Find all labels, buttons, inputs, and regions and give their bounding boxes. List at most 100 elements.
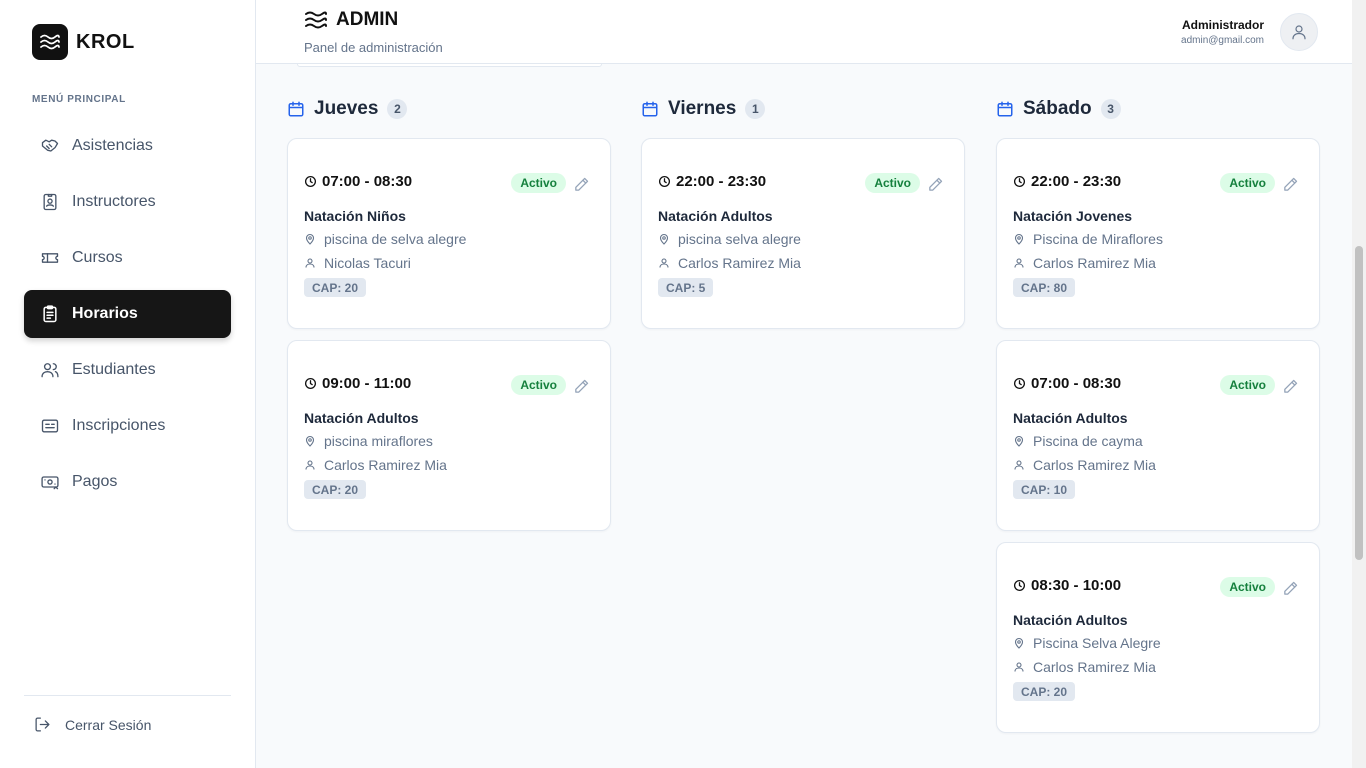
sidebar-item-instructores[interactable]: Instructores (24, 178, 231, 226)
sidebar-item-estudiantes[interactable]: Estudiantes (24, 346, 231, 394)
calendar-icon (642, 101, 658, 117)
clock-icon (1013, 175, 1026, 188)
money-icon (41, 476, 59, 490)
day-title: Jueves (314, 98, 379, 119)
day-title: Viernes (668, 98, 737, 119)
location-pin-icon (1014, 637, 1024, 649)
status-badge: Activo (1220, 375, 1275, 395)
course-name: Natación Jovenes (1013, 208, 1133, 224)
logout-button[interactable]: Cerrar Sesión (34, 716, 151, 733)
edit-icon[interactable] (1282, 580, 1299, 597)
schedule-time: 07:00 - 08:30 (322, 173, 413, 190)
schedule-card[interactable]: 22:00 - 23:30 Activo Natación Jovenes Pi… (996, 138, 1320, 329)
user-icon (305, 460, 315, 470)
calendar-icon (288, 101, 304, 117)
day-header: Jueves 2 (287, 96, 611, 122)
instructor: Nicolas Tacuri (324, 255, 411, 271)
schedule-card[interactable]: 09:00 - 11:00 Activo Natación Adultos pi… (287, 340, 611, 531)
edit-icon[interactable] (1282, 176, 1299, 193)
capacity-tag: CAP: 20 (1013, 682, 1076, 701)
count-badge: 1 (745, 99, 766, 119)
clock-icon (658, 175, 671, 188)
page-subtitle: Panel de administración (304, 40, 443, 55)
user-icon (659, 258, 669, 268)
users-icon (41, 363, 59, 378)
sidebar-item-label: Estudiantes (72, 361, 156, 378)
sidebar: KROL MENÚ PRINCIPAL Asistencias Instruct… (0, 0, 256, 768)
logo[interactable]: KROL (32, 24, 135, 60)
user-icon (305, 258, 315, 268)
edit-icon[interactable] (1282, 378, 1299, 395)
page-title: ADMIN (304, 9, 398, 31)
location-pin-icon (1014, 233, 1024, 245)
status-badge: Activo (1220, 577, 1275, 597)
sidebar-item-label: Instructores (72, 193, 156, 210)
count-badge: 3 (1100, 99, 1121, 119)
capacity-tag: CAP: 20 (304, 278, 367, 297)
day-column-jueves: Jueves 2 07:00 - 08:30 Activo Natación N… (287, 96, 611, 542)
edit-icon[interactable] (573, 378, 590, 395)
schedule-card[interactable]: 07:00 - 08:30 Activo Natación Niños pisc… (287, 138, 611, 329)
scrollbar-thumb[interactable] (1355, 246, 1363, 560)
instructor: Carlos Ramirez Mia (1033, 457, 1156, 473)
instructor: Carlos Ramirez Mia (678, 255, 801, 271)
user-icon (1292, 25, 1306, 40)
user-icon (1014, 460, 1024, 470)
sidebar-item-label: Asistencias (72, 137, 153, 154)
location: piscina de selva alegre (324, 231, 467, 247)
sidebar-item-pagos[interactable]: Pagos (24, 458, 231, 506)
top-header: ADMIN Panel de administración Administra… (256, 0, 1352, 64)
course-name: Natación Adultos (304, 410, 419, 426)
capacity-tag: CAP: 80 (1013, 278, 1076, 297)
schedule-time: 22:00 - 23:30 (1031, 173, 1122, 190)
edit-icon[interactable] (573, 176, 590, 193)
status-badge: Activo (511, 173, 566, 193)
handshake-icon (41, 139, 59, 152)
user-menu[interactable]: Administrador admin@gmail.com (1181, 13, 1318, 51)
user-email: admin@gmail.com (1181, 35, 1264, 46)
schedule-time: 07:00 - 08:30 (1031, 375, 1122, 392)
sidebar-item-asistencias[interactable]: Asistencias (24, 122, 231, 170)
menu-title: MENÚ PRINCIPAL (32, 94, 126, 105)
sidebar-item-cursos[interactable]: Cursos (24, 234, 231, 282)
sidebar-item-label: Cursos (72, 249, 123, 266)
edit-icon[interactable] (927, 176, 944, 193)
schedule-time: 22:00 - 23:30 (676, 173, 767, 190)
ticket-icon (41, 253, 59, 263)
waves-icon (32, 24, 68, 60)
day-column-sabado: Sábado 3 22:00 - 23:30 Activo Natación J… (996, 96, 1320, 744)
capacity-tag: CAP: 10 (1013, 480, 1076, 499)
count-badge: 2 (387, 99, 408, 119)
location: piscina miraflores (324, 433, 433, 449)
location-pin-icon (1014, 435, 1024, 447)
user-name: Administrador (1181, 18, 1264, 32)
sidebar-item-inscripciones[interactable]: Inscripciones (24, 402, 231, 450)
waves-icon (305, 11, 327, 29)
day-title: Sábado (1023, 98, 1092, 119)
clock-icon (304, 377, 317, 390)
brand-name: KROL (76, 30, 135, 53)
id-badge-icon (43, 193, 57, 211)
schedule-time: 08:30 - 10:00 (1031, 577, 1122, 594)
status-badge: Activo (511, 375, 566, 395)
sidebar-item-horarios[interactable]: Horarios (24, 290, 231, 338)
status-badge: Activo (1220, 173, 1275, 193)
capacity-tag: CAP: 20 (304, 480, 367, 499)
clock-icon (1013, 377, 1026, 390)
schedule-card[interactable]: 22:00 - 23:30 Activo Natación Adultos pi… (641, 138, 965, 329)
location: piscina selva alegre (678, 231, 801, 247)
id-card-icon (41, 419, 59, 433)
avatar[interactable] (1280, 13, 1318, 51)
sidebar-divider (24, 695, 231, 696)
sidebar-item-label: Horarios (72, 305, 138, 322)
location: Piscina Selva Alegre (1033, 635, 1161, 651)
scrollbar[interactable] (1352, 0, 1366, 768)
instructor: Carlos Ramirez Mia (1033, 659, 1156, 675)
instructor: Carlos Ramirez Mia (324, 457, 447, 473)
instructor: Carlos Ramirez Mia (1033, 255, 1156, 271)
schedule-card[interactable]: 08:30 - 10:00 Activo Natación Adultos Pi… (996, 542, 1320, 733)
day-column-viernes: Viernes 1 22:00 - 23:30 Activo Natación … (641, 96, 965, 340)
schedule-card[interactable]: 07:00 - 08:30 Activo Natación Adultos Pi… (996, 340, 1320, 531)
day-header: Sábado 3 (996, 96, 1320, 122)
location: Piscina de Miraflores (1033, 231, 1163, 247)
